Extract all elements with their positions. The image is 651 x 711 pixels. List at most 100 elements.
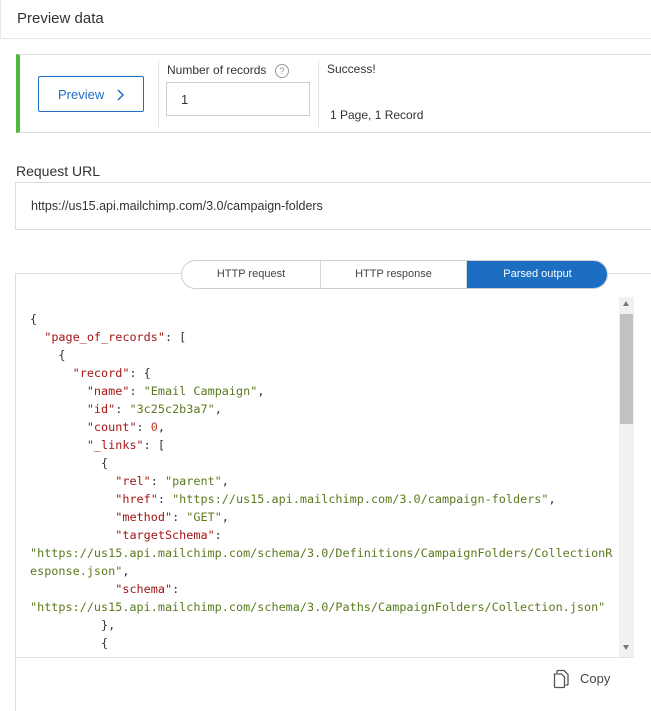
code-line: "_links": [ [30,436,165,454]
request-url-box: https://us15.api.mailchimp.com/3.0/campa… [15,182,651,230]
code-line: "page_of_records": [ [30,328,186,346]
pages-info: 1 Page, 1 Record [330,108,424,122]
code-token: : [157,492,173,506]
code-token: esponse.json" [30,564,123,578]
code-token: : { [129,366,151,380]
code-token: , [221,510,229,524]
scrollbar-thumb[interactable] [620,314,633,424]
request-url: https://us15.api.mailchimp.com/3.0/campa… [31,199,323,213]
preview-button-label: Preview [58,87,105,102]
output-tabs: HTTP request HTTP response Parsed output [181,260,608,289]
scroll-down-arrow-icon[interactable] [623,645,629,650]
scrollbar[interactable] [619,297,634,657]
code-line: "method": "GET", [30,508,229,526]
code-token: }, [30,618,116,632]
code-token: "count" [86,420,137,434]
code-token: "targetSchema" [115,528,215,542]
code-line: "https://us15.api.mailchimp.com/schema/3… [30,544,612,562]
code-token: "Email Campaign" [143,384,258,398]
code-token: "page_of_records" [44,330,165,344]
code-token: { [30,348,66,362]
code-line: "record": { [30,364,151,382]
code-token: : [115,402,130,416]
preview-button[interactable]: Preview [38,76,144,112]
code-token: , [214,402,222,416]
records-label: Number of records [167,63,267,77]
page-title: Preview data [17,10,104,27]
code-token: , [208,654,215,656]
scroll-up-arrow-icon[interactable] [623,301,629,306]
code-token: , [122,564,130,578]
code-token: : [ [143,438,165,452]
help-icon[interactable]: ? [275,64,289,78]
code-line: "targetSchema": [30,526,222,544]
copy-icon [553,669,569,689]
code-token: "record" [72,366,130,380]
code-token: "https://us15.api.mailchimp.com/3.0/camp… [172,492,549,506]
code-token: "name" [86,384,130,398]
code-token: : [172,510,187,524]
code-token: 0 [150,420,158,434]
preview-card: Preview Number of records ? Success! 1 P… [16,54,651,133]
code-token: : [151,654,165,656]
divider [318,61,319,127]
code-line: "rel": "parent", [30,472,229,490]
code-line: "count": 0, [30,418,165,436]
code-line: }, [30,616,115,634]
tab-http-request[interactable]: HTTP request [182,261,321,288]
code-line: { [30,310,37,328]
panel-header: Preview data [0,0,651,39]
code-line: { [30,346,66,364]
copy-label: Copy [580,671,611,686]
json-output: { "page_of_records": [ { "record": { "na… [30,306,616,656]
code-line: "id": "3c25c2b3a7", [30,400,222,418]
code-line: "href": "https://us15.api.mailchimp.com/… [30,490,555,508]
code-line: "schema": [30,580,179,598]
tab-parsed-output[interactable]: Parsed output [467,261,607,288]
code-token: , [257,384,265,398]
code-token: "schema" [115,582,173,596]
code-token: : [150,474,165,488]
code-line: { [30,454,108,472]
code-line: "name": "Email Campaign", [30,382,265,400]
code-line: esponse.json", [30,562,129,580]
copy-button[interactable]: Copy [552,667,614,691]
code-token: : [129,384,144,398]
code-token: "rel" [115,654,151,656]
code-token: "_links" [86,438,144,452]
code-token: "rel" [115,474,151,488]
records-input[interactable] [166,82,310,116]
chevron-right-icon [117,89,125,101]
request-url-label: Request URL [16,163,101,179]
code-line: "https://us15.api.mailchimp.com/schema/3… [30,598,605,616]
code-token: "self" [165,654,208,656]
code-token: { [30,456,109,470]
code-token: "GET" [186,510,222,524]
code-token: "href" [115,492,158,506]
code-token: : [172,582,180,596]
code-token: "id" [86,402,116,416]
code-token: , [221,474,229,488]
code-line: { [30,634,108,652]
tab-http-response[interactable]: HTTP response [321,261,467,288]
code-token: "https://us15.api.mailchimp.com/schema/3… [30,546,613,560]
code-token: { [30,636,109,650]
code-token: , [157,420,165,434]
code-token: { [30,312,38,326]
status-text: Success! [327,62,376,76]
code-token: "https://us15.api.mailchimp.com/schema/3… [30,600,606,614]
divider [16,657,634,658]
code-token: : [ [164,330,187,344]
